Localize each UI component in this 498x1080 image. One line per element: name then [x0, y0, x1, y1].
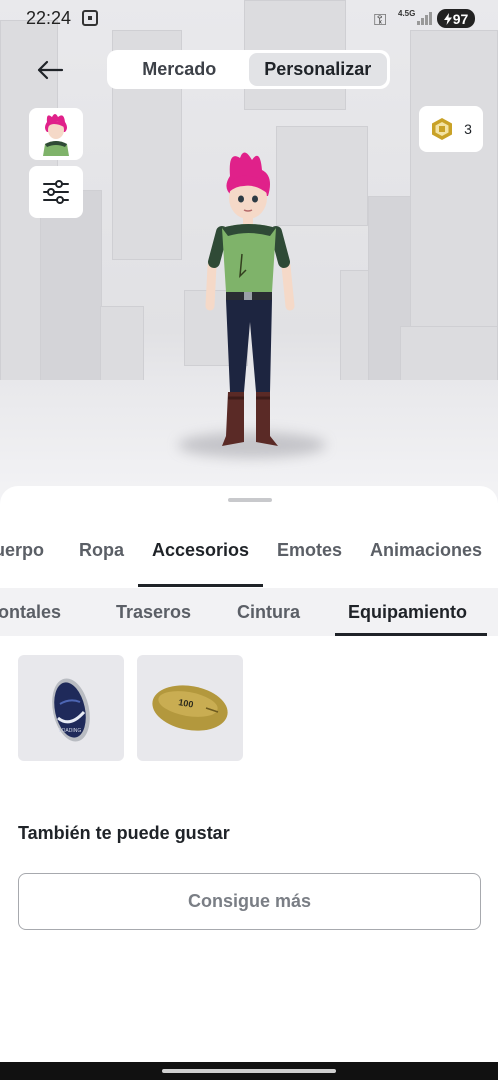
get-more-button[interactable]: Consigue más: [18, 873, 481, 930]
avatar-figure[interactable]: [200, 146, 300, 456]
avatar-thumbnail-icon: [43, 114, 69, 156]
signal-icon: [417, 11, 433, 25]
battery-charging-icon: 97: [437, 9, 475, 28]
gear-item[interactable]: 100: [137, 655, 243, 761]
tab-animaciones[interactable]: Animaciones: [370, 526, 482, 588]
category-tabs: uerpo Ropa Accesorios Emotes Animaciones: [0, 526, 498, 588]
subcategory-tabs: ontales Traseros Cintura Equipamiento: [0, 588, 498, 636]
scene-building: [40, 190, 102, 390]
tab-ropa[interactable]: Ropa: [79, 526, 124, 588]
gear-item[interactable]: LOADING: [18, 655, 124, 761]
segment-personalizar[interactable]: Personalizar: [248, 53, 387, 86]
tab-accesorios[interactable]: Accesorios: [152, 526, 249, 588]
egg-gear-text: LOADING: [59, 728, 82, 734]
scene-building: [100, 306, 144, 390]
subtab-active-indicator: [335, 633, 487, 636]
robux-icon: [432, 118, 453, 140]
sliders-icon: [43, 180, 69, 204]
arrow-left-icon: [37, 60, 64, 80]
segment-mercado[interactable]: Mercado: [110, 53, 249, 86]
tab-emotes[interactable]: Emotes: [277, 526, 342, 588]
recommendations-title: También te puede gustar: [18, 823, 230, 843]
network-label: 4.5G: [398, 9, 416, 18]
key-icon: ⚿: [374, 12, 387, 29]
egg-gear-icon: LOADING: [52, 678, 90, 742]
system-nav-bar: [0, 1062, 498, 1080]
football-gear-icon: 100: [152, 685, 228, 731]
filter-button[interactable]: [29, 166, 83, 218]
back-button[interactable]: [30, 52, 70, 88]
status-bar: 22:24 ⚿ 4.5G 97: [0, 0, 498, 38]
avatar-thumbnail-button[interactable]: [29, 108, 83, 160]
tab-active-indicator: [138, 584, 263, 587]
tab-cuerpo[interactable]: uerpo: [0, 526, 44, 588]
subtab-traseros[interactable]: Traseros: [116, 588, 191, 636]
catalog-sheet: uerpo Ropa Accesorios Emotes Animaciones…: [0, 486, 498, 1080]
status-time: 22:24: [26, 8, 72, 28]
robux-count: 3: [464, 121, 472, 137]
mode-segmented-control: Mercado Personalizar: [107, 50, 390, 89]
battery-level: 97: [452, 10, 469, 27]
home-gesture-handle[interactable]: [162, 1069, 336, 1073]
robux-balance-button[interactable]: 3: [419, 106, 483, 152]
subtab-frontales[interactable]: ontales: [0, 588, 61, 636]
screen-record-icon: [82, 10, 98, 26]
subtab-equipamiento[interactable]: Equipamiento: [348, 588, 467, 636]
sheet-drag-handle[interactable]: [228, 498, 272, 502]
subtab-cintura[interactable]: Cintura: [237, 588, 300, 636]
